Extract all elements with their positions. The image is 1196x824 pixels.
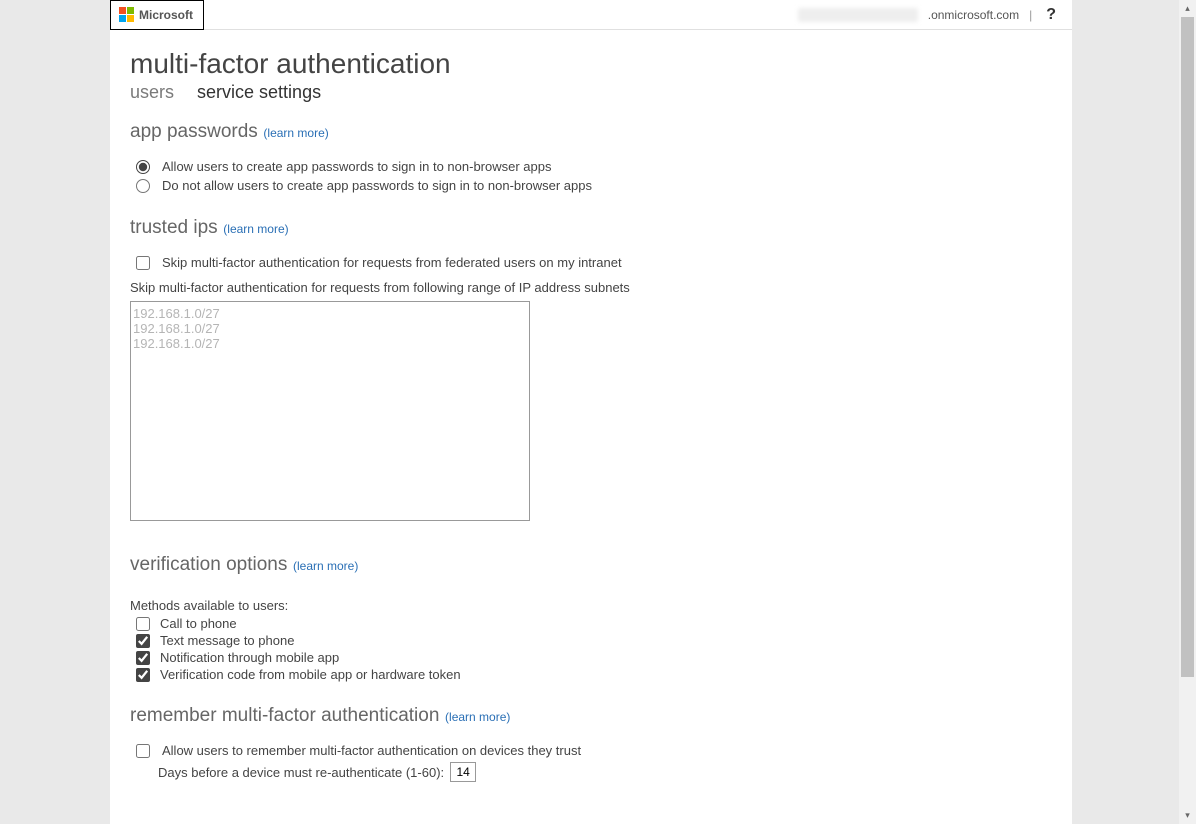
- tab-service-settings[interactable]: service settings: [197, 82, 321, 102]
- trusted-ips-heading: trusted ips: [130, 217, 218, 238]
- microsoft-logo-icon: [119, 7, 135, 23]
- help-icon[interactable]: ?: [1042, 6, 1060, 24]
- label-call-to-phone: Call to phone: [160, 616, 237, 631]
- tabs: users service settings: [130, 82, 1052, 103]
- account-name-redacted: [798, 8, 918, 22]
- verification-learn-more[interactable]: (learn more): [293, 559, 358, 573]
- checkbox-verification-code[interactable]: [136, 668, 150, 682]
- methods-label: Methods available to users:: [130, 598, 1052, 613]
- tab-users[interactable]: users: [130, 82, 174, 102]
- section-app-passwords: app passwords (learn more) Allow users t…: [130, 121, 1052, 195]
- header-divider: |: [1029, 8, 1032, 22]
- account-domain: .onmicrosoft.com: [928, 8, 1019, 22]
- section-trusted-ips: trusted ips (learn more) Skip multi-fact…: [130, 217, 1052, 524]
- checkbox-notification-app[interactable]: [136, 651, 150, 665]
- label-remember-mfa: Allow users to remember multi-factor aut…: [162, 743, 581, 758]
- radio-deny-app-passwords[interactable]: [136, 179, 150, 193]
- content-area: multi-factor authentication users servic…: [110, 30, 1072, 824]
- remember-heading: remember multi-factor authentication: [130, 705, 439, 726]
- app-passwords-heading: app passwords: [130, 121, 258, 142]
- checkbox-call-to-phone[interactable]: [136, 617, 150, 631]
- microsoft-logo[interactable]: Microsoft: [110, 0, 204, 30]
- top-bar: Microsoft .onmicrosoft.com | ?: [110, 0, 1072, 30]
- scroll-down-icon[interactable]: ▾: [1179, 807, 1196, 824]
- section-verification-options: verification options (learn more) Method…: [130, 554, 1052, 683]
- scroll-thumb[interactable]: [1181, 17, 1194, 677]
- page-title: multi-factor authentication: [130, 48, 1052, 80]
- label-days-before-reauth: Days before a device must re-authenticat…: [158, 765, 444, 780]
- textarea-ip-subnets[interactable]: [130, 301, 530, 521]
- label-skip-ip-range: Skip multi-factor authentication for req…: [130, 280, 1052, 295]
- section-remember-mfa: remember multi-factor authentication (le…: [130, 705, 1052, 784]
- checkbox-text-to-phone[interactable]: [136, 634, 150, 648]
- remember-learn-more[interactable]: (learn more): [445, 710, 510, 724]
- input-days[interactable]: [450, 762, 476, 782]
- checkbox-skip-federated[interactable]: [136, 256, 150, 270]
- label-notification-app: Notification through mobile app: [160, 650, 339, 665]
- label-deny-app-passwords: Do not allow users to create app passwor…: [162, 178, 592, 193]
- radio-allow-app-passwords[interactable]: [136, 160, 150, 174]
- app-passwords-learn-more[interactable]: (learn more): [263, 126, 328, 140]
- page-container: Microsoft .onmicrosoft.com | ? multi-fac…: [110, 0, 1072, 824]
- microsoft-logo-text: Microsoft: [139, 8, 193, 22]
- verification-heading: verification options: [130, 554, 287, 575]
- scrollbar[interactable]: ▴ ▾: [1179, 0, 1196, 824]
- checkbox-remember-mfa[interactable]: [136, 744, 150, 758]
- label-skip-federated: Skip multi-factor authentication for req…: [162, 255, 622, 270]
- scroll-up-icon[interactable]: ▴: [1179, 0, 1196, 17]
- account-area: .onmicrosoft.com | ?: [798, 6, 1060, 24]
- label-verification-code: Verification code from mobile app or har…: [160, 667, 461, 682]
- label-allow-app-passwords: Allow users to create app passwords to s…: [162, 159, 551, 174]
- label-text-to-phone: Text message to phone: [160, 633, 294, 648]
- trusted-ips-learn-more[interactable]: (learn more): [223, 222, 288, 236]
